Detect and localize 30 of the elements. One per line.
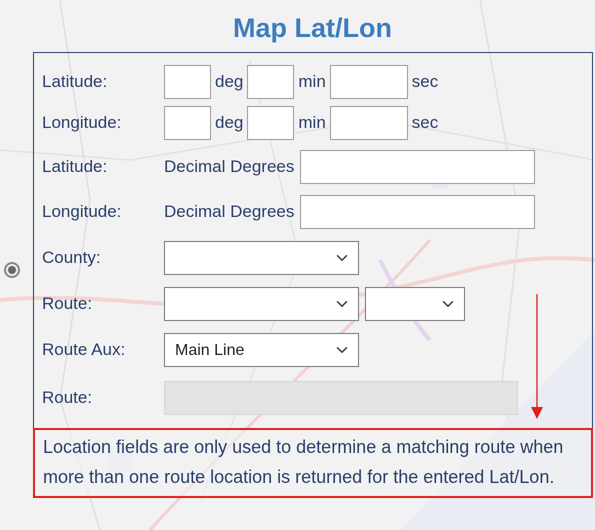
route-aux-dropdown[interactable]: Main Line [164, 333, 359, 367]
panel-title: Map Lat/Lon [232, 12, 393, 45]
field-label: Latitude: [42, 71, 108, 94]
unit-label: deg [215, 71, 244, 94]
field-label: Route Aux: [42, 339, 126, 362]
input-field[interactable] [247, 106, 294, 140]
input-field[interactable] [330, 106, 408, 140]
unit-label: min [298, 112, 326, 134]
field-label: Latitude: [42, 156, 108, 178]
input-field[interactable] [300, 195, 536, 229]
input-field[interactable] [164, 65, 211, 99]
unit-label: sec [412, 112, 438, 134]
county-dropdown[interactable] [164, 241, 359, 275]
field-label: Longitude: [42, 201, 122, 224]
field-hint: Decimal Degrees [164, 201, 294, 224]
unit-label: deg [215, 112, 244, 134]
input-field[interactable] [247, 65, 294, 99]
field-label: Route: [42, 293, 94, 316]
field-label: Route: [42, 387, 94, 410]
input-field[interactable] [300, 150, 536, 184]
note-text: Location fields are only used to determine a matching route when more than one route location is returned for the entered Lat/Lon. [33, 428, 593, 498]
input-field[interactable] [164, 106, 211, 140]
unit-label: min [298, 71, 326, 94]
field-label: County: [42, 247, 102, 270]
field-hint: Decimal Degrees [164, 156, 294, 178]
input-field[interactable] [330, 65, 408, 99]
route-dropdown[interactable] [365, 287, 465, 321]
field-label: Longitude: [42, 112, 122, 134]
unit-label: sec [412, 71, 438, 94]
route-dropdown[interactable] [164, 287, 359, 321]
